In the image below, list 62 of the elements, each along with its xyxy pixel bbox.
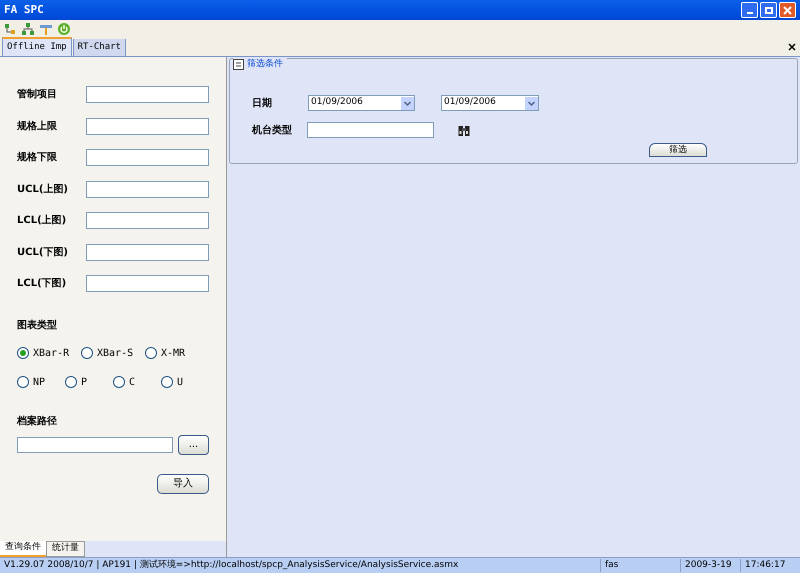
radio-button[interactable] bbox=[17, 376, 29, 388]
date-picker[interactable]: 01/09/2006 bbox=[308, 95, 415, 111]
section-label: 档案路径 bbox=[17, 414, 58, 428]
input-field[interactable] bbox=[86, 275, 209, 292]
field-label: 机台类型 bbox=[252, 124, 293, 138]
field-label: 规格上限 bbox=[17, 120, 57, 134]
close-button[interactable] bbox=[779, 2, 796, 18]
radio-label: X-MR bbox=[161, 346, 186, 360]
status-text: 17:46:17 bbox=[740, 558, 800, 572]
input-field[interactable] bbox=[86, 118, 209, 135]
close-icon bbox=[783, 6, 792, 14]
panel-title: 筛选条件 bbox=[247, 58, 283, 71]
dropdown-icon[interactable] bbox=[525, 96, 538, 110]
radio-label: U bbox=[177, 376, 184, 390]
input-field[interactable] bbox=[86, 180, 209, 198]
radio-label: XBar-S bbox=[97, 346, 134, 360]
browse-button[interactable]: ... bbox=[178, 434, 209, 454]
collapse-icon[interactable] bbox=[233, 59, 244, 70]
restore-button[interactable] bbox=[760, 2, 777, 18]
radio-button[interactable] bbox=[113, 376, 125, 388]
radio-label: C bbox=[129, 376, 136, 390]
radio-label: XBar-R bbox=[33, 346, 70, 360]
import-button[interactable]: 导入 bbox=[157, 474, 209, 494]
field-label: LCL(上图) bbox=[17, 214, 66, 228]
input-field[interactable] bbox=[86, 212, 209, 230]
input-field[interactable] bbox=[86, 149, 209, 166]
field-label: 日期 bbox=[252, 96, 273, 110]
radio-button[interactable] bbox=[145, 347, 157, 359]
field-label: UCL(上图) bbox=[17, 182, 68, 197]
status-text: 2009-3-19 bbox=[680, 558, 740, 572]
filter-button[interactable]: 筛选 bbox=[649, 143, 707, 157]
tree-icon[interactable] bbox=[4, 22, 16, 34]
window-title: FA SPC bbox=[4, 2, 44, 18]
field-label: 规格下限 bbox=[17, 150, 57, 166]
field-label: LCL(下图) bbox=[17, 277, 66, 292]
tab[interactable]: Offline Imp bbox=[2, 37, 72, 56]
input-field[interactable] bbox=[86, 244, 209, 261]
hierarchy-icon[interactable] bbox=[40, 22, 52, 34]
radio-button[interactable] bbox=[17, 347, 29, 359]
path-field[interactable] bbox=[17, 436, 173, 452]
network-icon[interactable] bbox=[22, 22, 34, 34]
radio-label: P bbox=[81, 376, 88, 390]
minimize-button[interactable] bbox=[741, 2, 758, 18]
radio-button[interactable] bbox=[161, 376, 173, 388]
date-picker[interactable]: 01/09/2006 bbox=[441, 95, 539, 111]
status-text: V1.29.07 2008/10/7 | AP191 | 测试环境=>http://localhost/spcp_AnalysisService/AnalysisService.asmx bbox=[3, 558, 460, 572]
tab[interactable]: 查询条件 bbox=[0, 541, 46, 557]
input-field[interactable] bbox=[307, 122, 434, 138]
radio-button[interactable] bbox=[81, 347, 93, 359]
field-label: 管制项目 bbox=[17, 88, 57, 102]
field-label: UCL(下图) bbox=[17, 246, 68, 260]
radio-button[interactable] bbox=[65, 376, 77, 388]
section-label: 图表类型 bbox=[17, 318, 58, 332]
dropdown-icon[interactable] bbox=[401, 96, 414, 110]
status-text: fas bbox=[600, 558, 680, 572]
binoculars-icon[interactable] bbox=[458, 124, 470, 136]
close-icon[interactable] bbox=[788, 43, 796, 51]
power-icon[interactable] bbox=[58, 22, 70, 34]
radio-label: NP bbox=[33, 376, 46, 390]
tab[interactable]: RT-Chart bbox=[72, 39, 126, 56]
input-field[interactable] bbox=[86, 86, 209, 104]
tab[interactable]: 统计量 bbox=[46, 541, 85, 557]
